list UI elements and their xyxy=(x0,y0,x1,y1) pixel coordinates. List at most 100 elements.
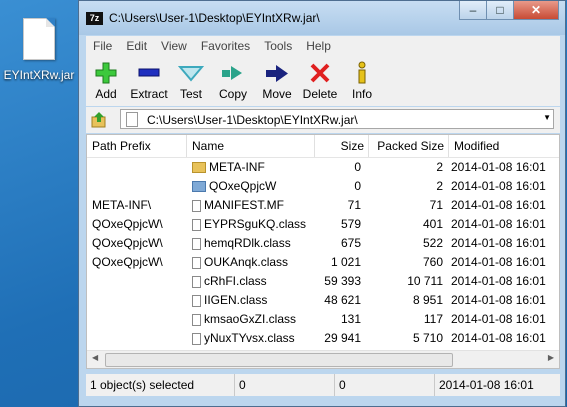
desktop-icon-label: EYIntXRw.jar xyxy=(3,68,75,82)
desktop-file-icon[interactable]: EYIntXRw.jar xyxy=(2,18,76,82)
chevron-down-icon[interactable]: ▼ xyxy=(543,113,551,122)
cell-name-text: kmsaoGxZI.class xyxy=(204,312,297,326)
menu-favorites[interactable]: Favorites xyxy=(194,39,257,53)
info-button[interactable]: Info xyxy=(342,56,382,106)
check-icon xyxy=(172,60,210,86)
cell-size: 59 393 xyxy=(324,274,361,288)
cell-size: 675 xyxy=(340,236,361,250)
7zip-app-icon: 7z xyxy=(86,12,103,25)
minimize-button[interactable]: – xyxy=(459,1,487,20)
table-row[interactable]: kmsaoGxZI.class 131 117 2014-01-08 16:01 xyxy=(87,310,559,329)
cell-name-text: EYPRSguKQ.class xyxy=(204,217,307,231)
file-icon xyxy=(192,294,201,307)
cell-modified: 2014-01-08 16:01 xyxy=(451,179,546,193)
column-name[interactable]: Name xyxy=(187,135,315,157)
table-row[interactable]: META-INF\ MANIFEST.MF 71 71 2014-01-08 16:01 xyxy=(87,196,559,215)
cell-name-text: QOxeQpjcW xyxy=(209,179,277,193)
move-button[interactable]: Move xyxy=(256,56,298,106)
file-icon xyxy=(192,218,201,231)
delete-button[interactable]: Delete xyxy=(298,56,342,106)
menu-edit[interactable]: Edit xyxy=(119,39,154,53)
folder-icon xyxy=(192,181,206,193)
window-title: C:\Users\User-1\Desktop\EYIntXRw.jar\ xyxy=(109,11,320,25)
cell-name-text: cRhFI.class xyxy=(204,274,267,288)
delete-x-icon xyxy=(298,60,342,86)
cell-name: MANIFEST.MF xyxy=(192,196,312,215)
cell-packed-size: 5 710 xyxy=(412,331,443,345)
address-path: C:\Users\User-1\Desktop\EYIntXRw.jar\ xyxy=(147,113,358,127)
address-input[interactable]: C:\Users\User-1\Desktop\EYIntXRw.jar\ ▼ xyxy=(120,109,554,129)
menu-tools[interactable]: Tools xyxy=(257,39,299,53)
cell-name: kmsaoGxZI.class xyxy=(192,310,312,329)
menu-file[interactable]: File xyxy=(86,39,119,53)
cell-name-text: META-INF xyxy=(209,160,265,174)
cell-name: META-INF xyxy=(192,158,312,177)
cell-size: 579 xyxy=(340,217,361,231)
close-button[interactable]: ✕ xyxy=(513,1,559,20)
table-row[interactable]: META-INF 0 2 2014-01-08 16:01 xyxy=(87,158,559,177)
folder-up-icon xyxy=(91,112,106,128)
test-button[interactable]: Test xyxy=(172,56,210,106)
cell-packed-size: 401 xyxy=(422,217,443,231)
add-button[interactable]: Add xyxy=(86,56,126,106)
table-row[interactable]: QOxeQpjcW 0 2 2014-01-08 16:01 xyxy=(87,177,559,196)
table-row[interactable]: IIGEN.class 48 621 8 951 2014-01-08 16:01 xyxy=(87,291,559,310)
column-size[interactable]: Size xyxy=(315,135,369,157)
cell-path-prefix xyxy=(92,177,187,196)
cell-path-prefix: QOxeQpjcW\ xyxy=(92,217,163,231)
maximize-button[interactable]: □ xyxy=(486,1,514,20)
cell-modified: 2014-01-08 16:01 xyxy=(451,217,546,231)
cell-modified: 2014-01-08 16:01 xyxy=(451,274,546,288)
cell-name-text: yNuxTYvsx.class xyxy=(204,331,295,345)
title-bar[interactable]: 7z C:\Users\User-1\Desktop\EYIntXRw.jar\… xyxy=(79,1,565,35)
cell-path-prefix xyxy=(92,310,187,329)
table-row[interactable]: yNuxTYvsx.class 29 941 5 710 2014-01-08 16:… xyxy=(87,329,559,348)
scrollbar-thumb[interactable] xyxy=(105,353,453,367)
move-arrow-icon xyxy=(256,60,298,86)
file-icon xyxy=(192,332,201,345)
copy-button[interactable]: Copy xyxy=(210,56,256,106)
file-icon xyxy=(192,275,201,288)
table-row[interactable]: QOxeQpjcW\ EYPRSguKQ.class 579 401 2014-01-0… xyxy=(87,215,559,234)
cell-packed-size: 760 xyxy=(422,255,443,269)
file-list: Path Prefix Name Size Packed Size Modifi… xyxy=(86,134,560,369)
table-row[interactable]: QOxeQpjcW\ OUKAnqk.class 1 021 760 2014-01-0… xyxy=(87,253,559,272)
column-modified[interactable]: Modified xyxy=(449,135,559,157)
cell-modified: 2014-01-08 16:01 xyxy=(451,236,546,250)
cell-modified: 2014-01-08 16:01 xyxy=(451,255,546,269)
horizontal-scrollbar[interactable]: ◀ ▶ xyxy=(87,350,559,368)
status-packed: 0 xyxy=(334,374,434,396)
cell-size: 29 941 xyxy=(324,331,361,345)
column-packed-size[interactable]: Packed Size xyxy=(369,135,449,157)
cell-name: IIGEN.class xyxy=(192,291,312,310)
table-row[interactable]: QOxeQpjcW\ hemqRDlk.class 675 522 2014-01-08… xyxy=(87,234,559,253)
scroll-left-icon[interactable]: ◀ xyxy=(92,353,98,362)
cell-path-prefix xyxy=(92,291,187,310)
cell-path-prefix: META-INF\ xyxy=(92,198,152,212)
info-icon xyxy=(342,60,382,86)
table-row[interactable]: cRhFI.class 59 393 10 711 2014-01-08 16:01 xyxy=(87,272,559,291)
cell-packed-size: 71 xyxy=(429,198,443,212)
extract-button[interactable]: Extract xyxy=(126,56,172,106)
file-icon xyxy=(192,237,201,250)
cell-size: 0 xyxy=(354,160,361,174)
cell-name-text: IIGEN.class xyxy=(204,293,268,307)
cell-size: 1 021 xyxy=(330,255,361,269)
cell-modified: 2014-01-08 16:01 xyxy=(451,293,546,307)
cell-name-text: MANIFEST.MF xyxy=(204,198,284,212)
cell-name: cRhFI.class xyxy=(192,272,312,291)
jar-file-icon xyxy=(23,18,55,60)
scroll-right-icon[interactable]: ▶ xyxy=(548,353,554,362)
up-folder-button[interactable] xyxy=(90,111,108,129)
toolbar: Add Extract Test Copy Move Delete Info xyxy=(86,56,560,106)
column-path-prefix[interactable]: Path Prefix xyxy=(87,135,187,157)
cell-packed-size: 2 xyxy=(436,160,443,174)
cell-name: OUKAnqk.class xyxy=(192,253,312,272)
menu-view[interactable]: View xyxy=(154,39,194,53)
status-modified: 2014-01-08 16:01 xyxy=(434,374,560,396)
address-bar: C:\Users\User-1\Desktop\EYIntXRw.jar\ ▼ xyxy=(86,107,560,133)
cell-modified: 2014-01-08 16:01 xyxy=(451,312,546,326)
file-icon xyxy=(192,313,201,326)
menu-help[interactable]: Help xyxy=(299,39,338,53)
cell-modified: 2014-01-08 16:01 xyxy=(451,198,546,212)
